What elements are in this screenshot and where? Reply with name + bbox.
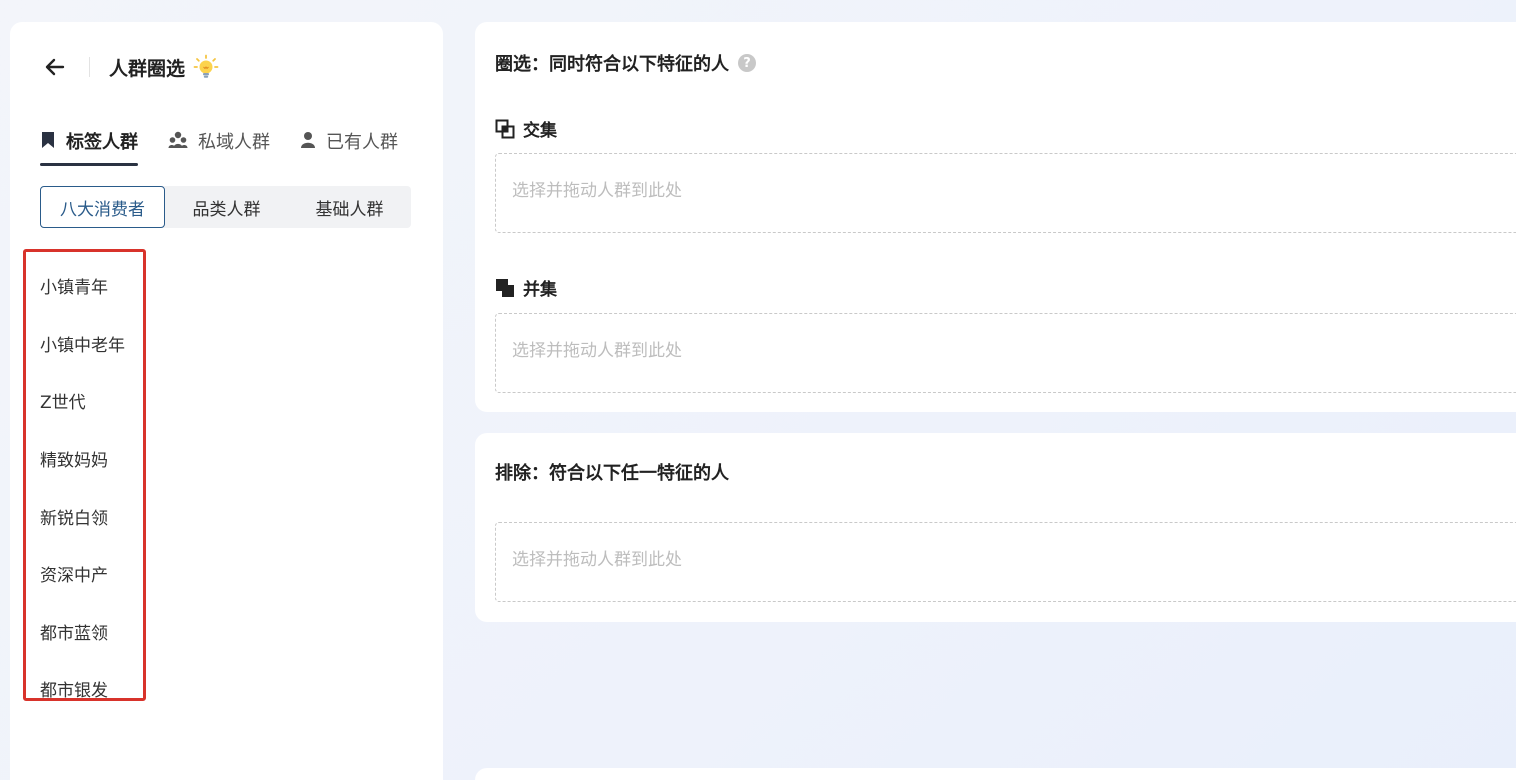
page-title: 人群圈选 [109, 57, 186, 80]
person-icon [300, 128, 316, 152]
segment-eight-consumers[interactable]: 八大消费者 [40, 186, 165, 228]
union-label: 并集 [495, 275, 557, 300]
exclude-card: 排除：符合以下任一特征的人 选择并拖动人群到此处 [475, 433, 1516, 622]
list-item[interactable]: 精致妈妈 [40, 430, 125, 488]
question-circle-icon[interactable]: ? [738, 54, 756, 72]
list-item[interactable]: 资深中产 [40, 545, 125, 603]
tab-label: 私域人群 [198, 132, 270, 153]
crowd-type-tabs: 标签人群 私域人群 已有人群 [40, 124, 428, 166]
tab-label: 已有人群 [326, 132, 398, 153]
list-item[interactable]: 都市银发 [40, 660, 125, 718]
union-icon [495, 278, 515, 298]
include-card: 圈选：同时符合以下特征的人 ? 交集 选择并拖动人群到此处 并集 选择并拖动人群… [475, 22, 1516, 412]
segment-basic-crowd[interactable]: 基础人群 [288, 186, 411, 228]
list-item[interactable]: 小镇青年 [40, 257, 125, 315]
exclude-section-title: 排除：符合以下任一特征的人 [495, 463, 729, 484]
include-section-title: 圈选：同时符合以下特征的人 ? [495, 50, 756, 76]
list-item[interactable]: 新锐白领 [40, 487, 125, 545]
intersection-label: 交集 [495, 116, 557, 141]
segment-category-crowd[interactable]: 品类人群 [165, 186, 288, 228]
list-item[interactable]: 都市蓝领 [40, 603, 125, 661]
include-title-text: 圈选：同时符合以下特征的人 [495, 54, 729, 75]
tab-tag-crowd[interactable]: 标签人群 [40, 124, 138, 166]
category-segmented-control: 八大消费者 品类人群 基础人群 [40, 186, 411, 228]
union-dropzone[interactable]: 选择并拖动人群到此处 [495, 313, 1516, 393]
list-item[interactable]: 小镇中老年 [40, 315, 125, 373]
bottom-card [475, 768, 1516, 780]
bookmark-icon [40, 128, 56, 152]
back-button[interactable] [40, 52, 70, 82]
union-label-text: 并集 [523, 280, 557, 300]
list-item[interactable]: Z世代 [40, 372, 125, 430]
tab-label: 标签人群 [66, 132, 138, 153]
header-divider [89, 57, 90, 77]
intersection-label-text: 交集 [523, 121, 557, 141]
intersection-dropzone[interactable]: 选择并拖动人群到此处 [495, 153, 1516, 233]
arrow-left-icon [45, 58, 65, 76]
tab-existing-crowd[interactable]: 已有人群 [300, 124, 398, 166]
intersection-icon [495, 119, 515, 139]
exclude-dropzone[interactable]: 选择并拖动人群到此处 [495, 522, 1516, 602]
lightbulb-icon [193, 54, 219, 80]
tab-private-crowd[interactable]: 私域人群 [168, 124, 270, 166]
page-header: 人群圈选 [40, 52, 219, 82]
consumer-list: 小镇青年 小镇中老年 Z世代 精致妈妈 新锐白领 资深中产 都市蓝领 都市银发 [40, 257, 125, 718]
left-panel: 人群圈选 标签人群 私域人群 已有人群 八大消费者 品类人群 基础人群 小镇青年… [10, 22, 443, 780]
group-icon [168, 128, 188, 152]
